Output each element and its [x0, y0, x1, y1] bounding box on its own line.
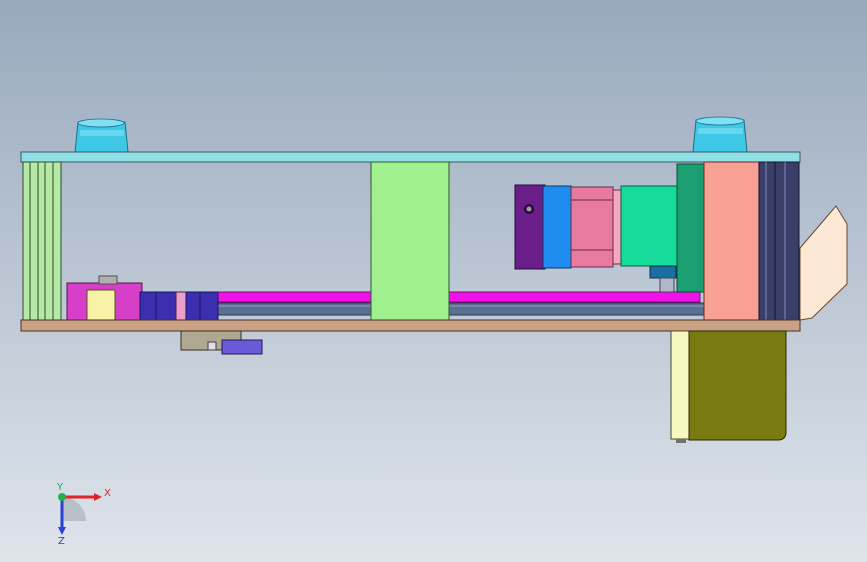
- y-axis-label: Y: [56, 482, 64, 493]
- bottom-plate: [20, 319, 801, 332]
- z-axis-label: Z: [58, 536, 65, 547]
- top-plate: [20, 151, 801, 163]
- coordinate-triad: X Y Z: [56, 482, 111, 547]
- x-axis-label: X: [104, 488, 111, 499]
- left-frame: [22, 161, 62, 321]
- angled-bracket: [799, 205, 848, 321]
- right-end-block: [703, 161, 760, 321]
- right-foot: [692, 116, 748, 153]
- cad-viewport[interactable]: X Y Z: [0, 0, 867, 562]
- left-bearing-block: [66, 275, 143, 321]
- stepper-motor: [670, 330, 787, 443]
- assembly-drawing: X Y Z: [20, 116, 848, 547]
- left-foot: [74, 118, 129, 153]
- gearbox-assembly: [514, 163, 705, 293]
- center-support-post: [370, 161, 450, 321]
- right-frame: [758, 161, 800, 321]
- limit-sensor: [180, 330, 263, 355]
- screw-nut-collars: [139, 291, 219, 321]
